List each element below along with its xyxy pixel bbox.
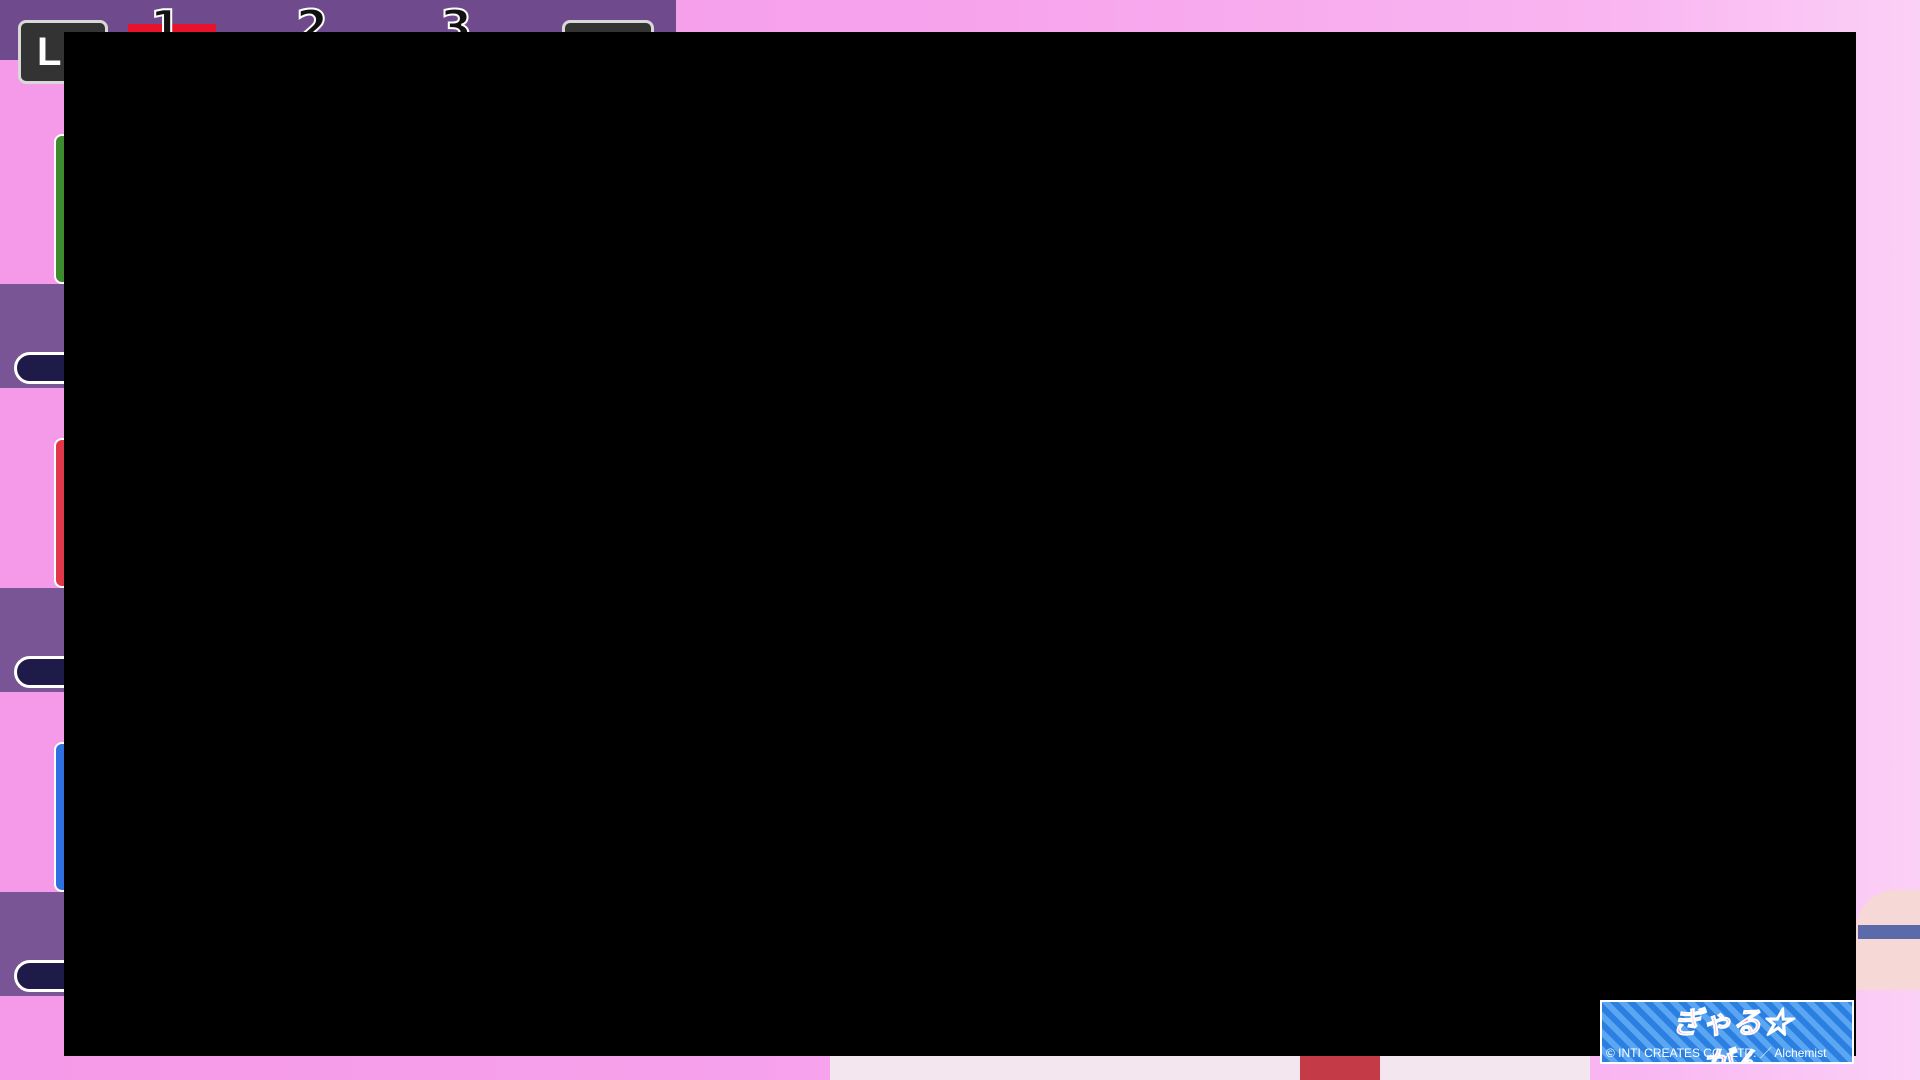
copyright-text: © INTI CREATES CO., LTD. ／ Alchemist xyxy=(1606,1046,1827,1060)
game-title-logo: ぎゃる☆がん xyxy=(1672,1006,1792,1064)
character-shoulder xyxy=(1856,890,1920,990)
character-ribbon xyxy=(1300,1056,1380,1080)
black-overlay-screen xyxy=(64,32,1856,1056)
character-collar xyxy=(1858,925,1920,939)
character-body xyxy=(830,1056,1590,1080)
game-logo-badge: ぎゃる☆がん © INTI CREATES CO., LTD. ／ Alchem… xyxy=(1600,1000,1854,1064)
